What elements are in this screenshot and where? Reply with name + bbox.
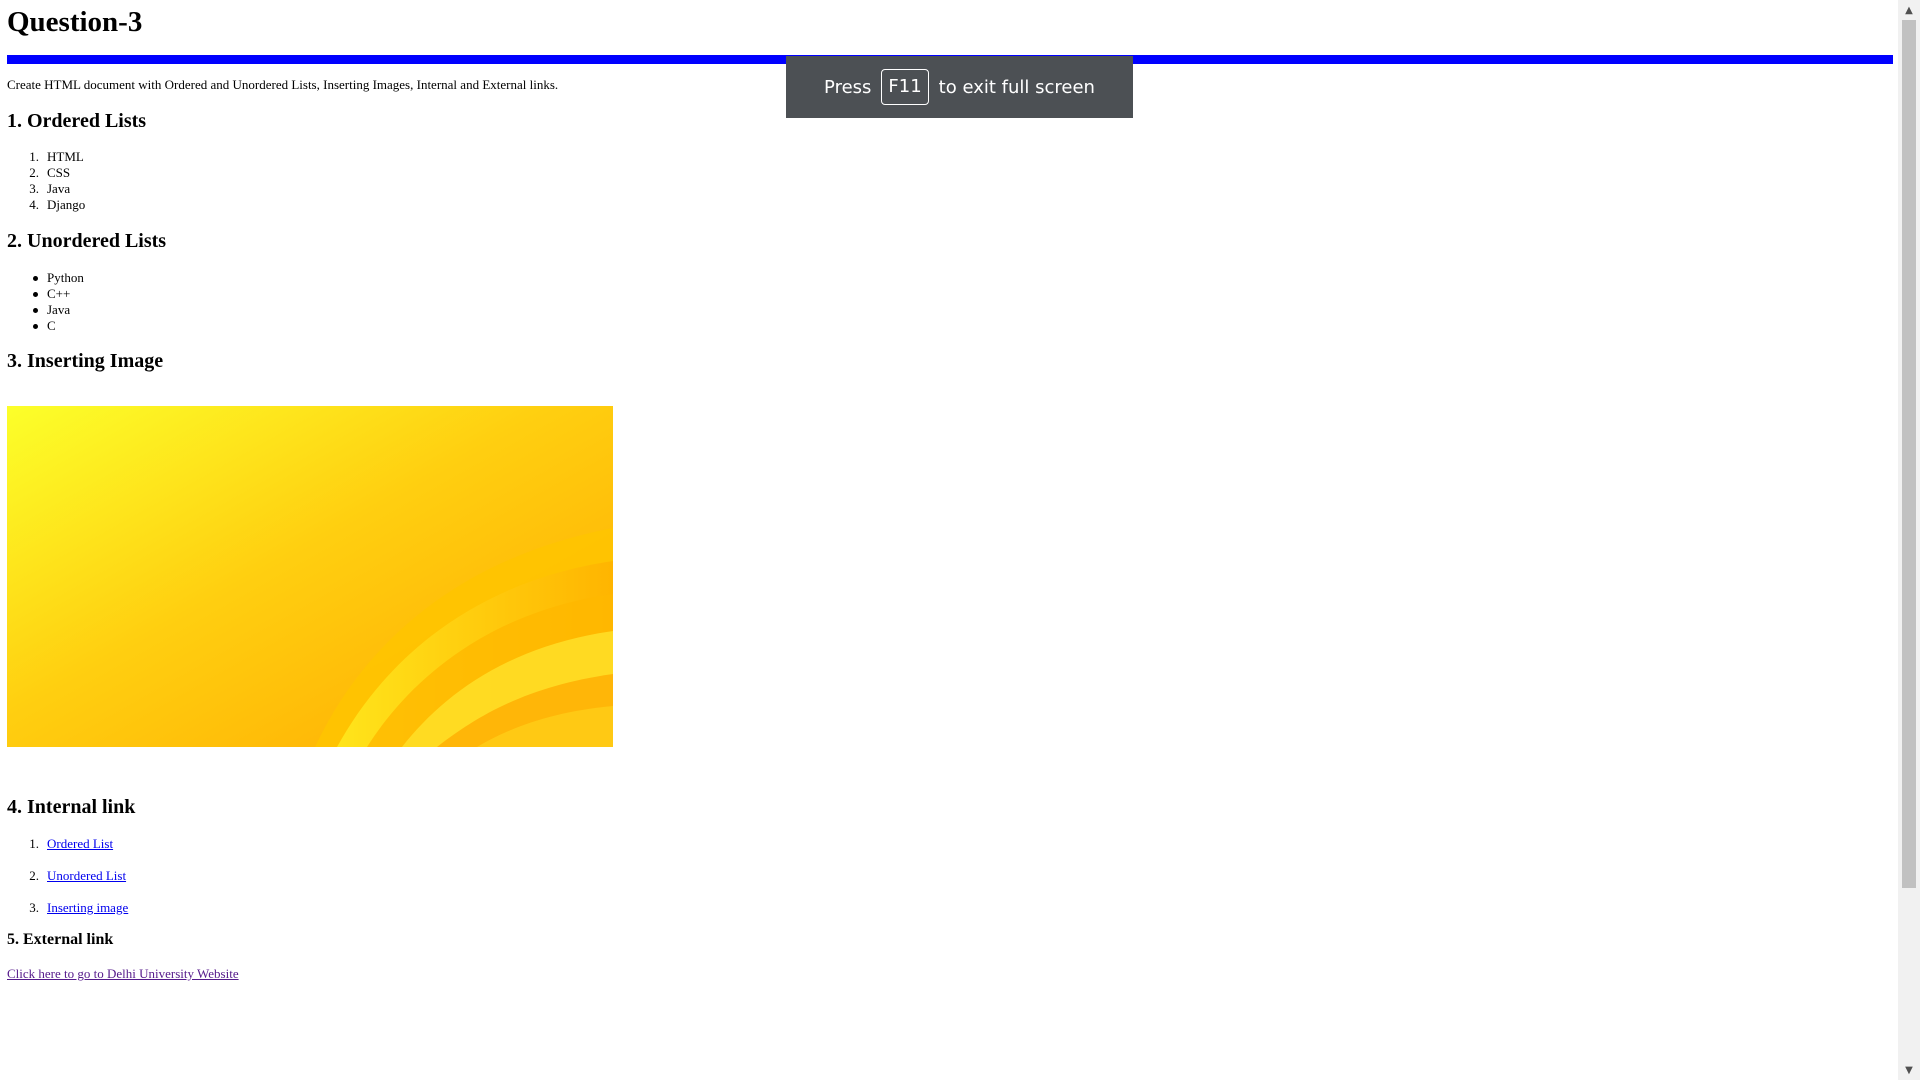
- list-item: 2. Unordered List: [29, 868, 127, 884]
- scrollbar-thumb[interactable]: [1902, 20, 1916, 888]
- ordered-lists-heading: 1. Ordered Lists: [7, 110, 147, 132]
- bullet-icon: [33, 292, 38, 297]
- list-item: Python: [7, 270, 307, 286]
- toast-suffix: to exit full screen: [938, 76, 1095, 98]
- ordered-list: 1. HTML 2. CSS 3. Java 4. Django: [7, 149, 307, 213]
- unordered-lists-heading: 2. Unordered Lists: [7, 230, 167, 252]
- inserting-image-link[interactable]: Inserting image: [47, 900, 128, 916]
- delhi-university-link[interactable]: Click here to go to Delhi University Web…: [7, 966, 239, 982]
- f11-key-badge: F11: [881, 69, 929, 105]
- list-item: 2. CSS: [29, 165, 71, 180]
- bullet-icon: [33, 276, 38, 281]
- list-item: 1. Ordered List: [29, 836, 114, 852]
- inserting-image-heading: 3. Inserting Image: [7, 350, 164, 372]
- internal-link-heading: 4. Internal link: [7, 796, 136, 818]
- page-content: Question-3 Create HTML document with Ord…: [0, 0, 1898, 1080]
- external-link-heading: 5. External link: [7, 931, 114, 948]
- list-item: 3. Java: [29, 181, 71, 196]
- bullet-icon: [33, 308, 38, 313]
- list-item: 3. Inserting image: [29, 900, 129, 916]
- scroll-up-arrow-icon[interactable]: ▲: [1898, 0, 1920, 20]
- list-item: C: [7, 318, 307, 334]
- list-item: Java: [7, 302, 307, 318]
- page-title: Question-3: [7, 6, 143, 38]
- toast-prefix: Press: [824, 76, 872, 98]
- list-item: 1. HTML: [29, 149, 84, 164]
- list-item: C++: [7, 286, 307, 302]
- intro-text: Create HTML document with Ordered and Un…: [7, 77, 559, 92]
- yellow-wallpaper-image: [7, 406, 613, 747]
- scroll-down-arrow-icon[interactable]: ▼: [1898, 1060, 1920, 1080]
- unordered-list: Python C++ Java C: [7, 270, 307, 334]
- internal-link-list: 1. Ordered List 2. Unordered List 3. Insert…: [7, 836, 307, 932]
- vertical-scrollbar[interactable]: ▲ ▼: [1898, 0, 1920, 1080]
- bullet-icon: [33, 324, 38, 329]
- list-item: 4. Django: [29, 197, 86, 212]
- ordered-list-link[interactable]: Ordered List: [47, 836, 113, 852]
- unordered-list-link[interactable]: Unordered List: [47, 868, 126, 884]
- fullscreen-exit-toast: Press F11 to exit full screen: [786, 56, 1133, 118]
